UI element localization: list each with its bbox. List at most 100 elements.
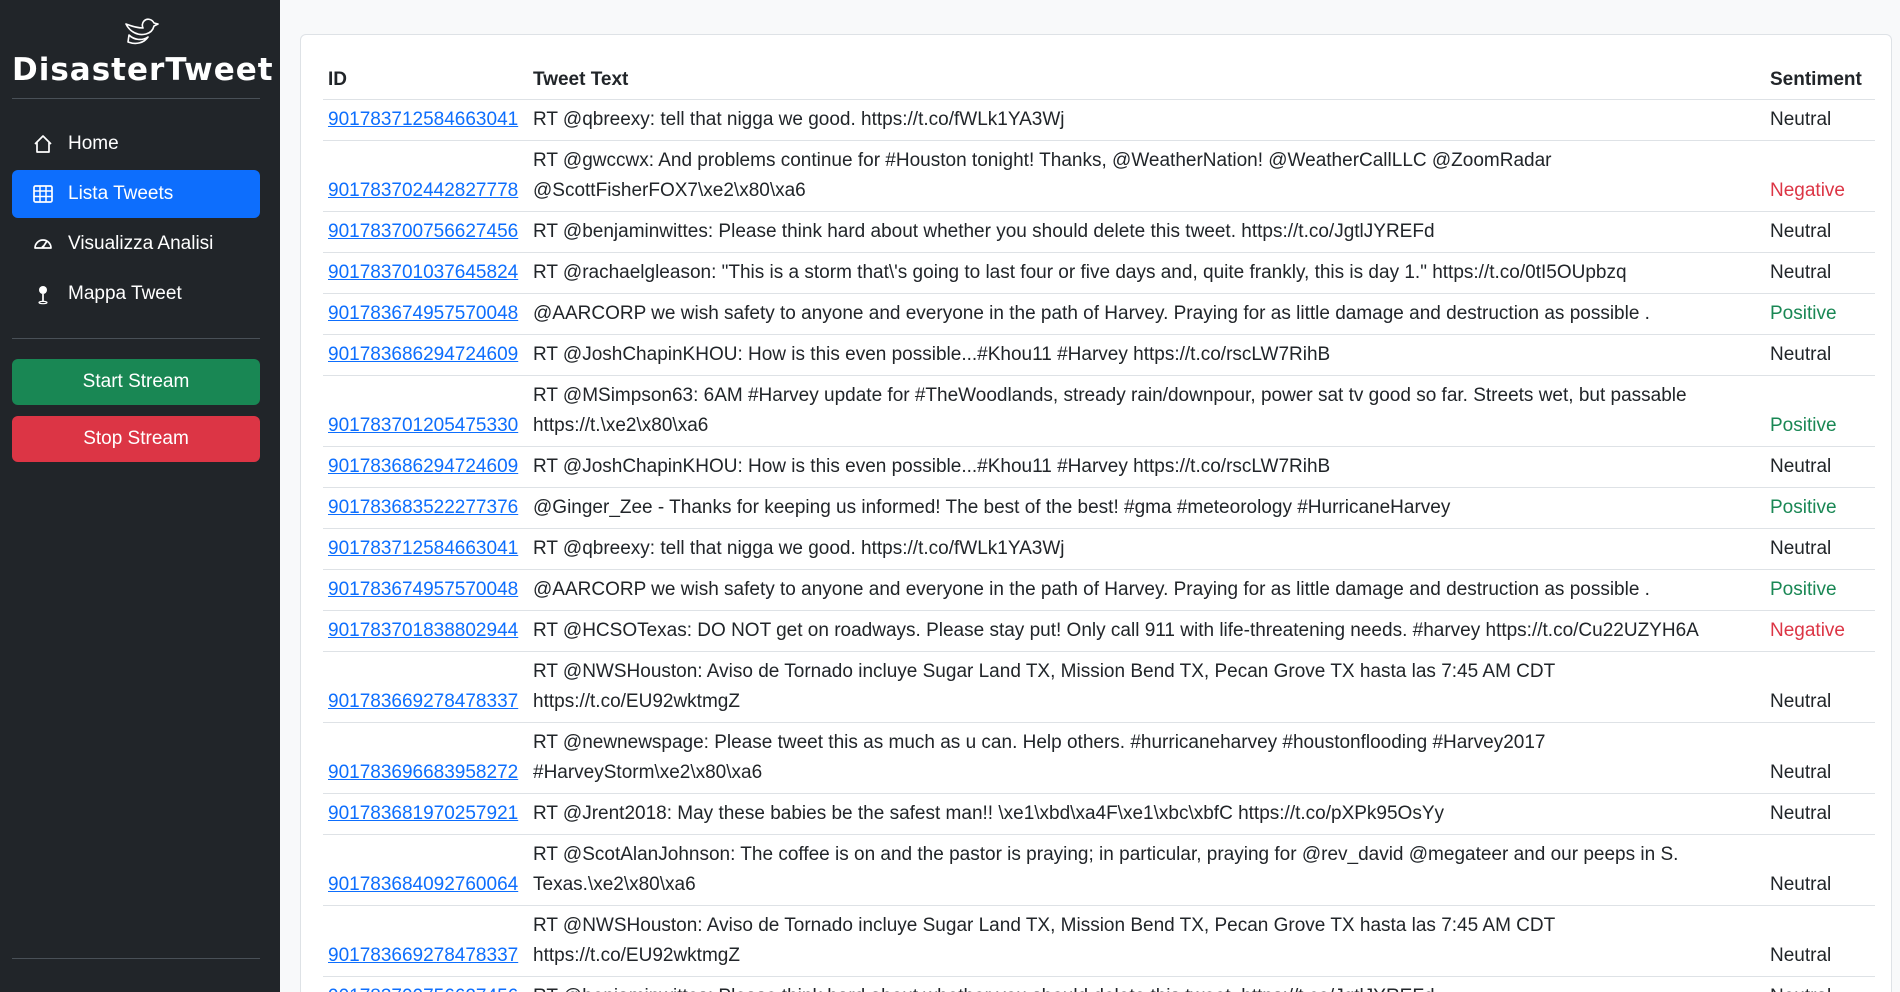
sentiment-label: Neutral — [1765, 446, 1875, 488]
tweet-text: RT @ScotAlanJohnson: The coffee is on an… — [528, 834, 1765, 906]
tweet-text: @AARCORP we wish safety to anyone and ev… — [528, 569, 1765, 611]
table-body: 901783712584663041 RT @qbreexy: tell that… — [323, 99, 1875, 992]
sidebar-divider — [12, 338, 260, 339]
tweet-id-link[interactable]: 901783686294724609 — [328, 344, 518, 365]
tweet-id-link[interactable]: 901783702442827778 — [328, 180, 518, 201]
tweet-id-cell: 901783674957570048 — [323, 569, 528, 611]
table-row: 901783669278478337 RT @NWSHouston: Aviso … — [323, 905, 1875, 977]
sentiment-label: Neutral — [1765, 905, 1875, 977]
sentiment-label: Neutral — [1765, 976, 1875, 992]
tweet-id-cell: 901783669278478337 — [323, 905, 528, 977]
home-icon — [34, 135, 52, 153]
sentiment-label: Neutral — [1765, 252, 1875, 294]
nav-item-home[interactable]: Home — [12, 120, 260, 168]
tweet-id-link[interactable]: 901783669278478337 — [328, 945, 518, 966]
tweet-text: RT @MSimpson63: 6AM #Harvey update for #… — [528, 375, 1765, 447]
nav-label: Visualizza Analisi — [68, 233, 214, 254]
table-row: 901783702442827778 RT @gwccwx: And proble… — [323, 140, 1875, 212]
tweet-id-link[interactable]: 901783712584663041 — [328, 538, 518, 559]
brand-name: DisasterTweet — [12, 52, 274, 88]
bird-logo-icon — [125, 18, 159, 45]
table-row: 901783701838802944 RT @HCSOTexas: DO NOT … — [323, 610, 1875, 652]
tweet-id-link[interactable]: 901783700756627456 — [328, 221, 518, 242]
start-stream-button[interactable]: Start Stream — [12, 359, 260, 405]
tweet-id-cell: 901783686294724609 — [323, 334, 528, 376]
tweet-text: RT @rachaelgleason: "This is a storm tha… — [528, 252, 1765, 294]
stop-stream-button[interactable]: Stop Stream — [12, 416, 260, 462]
tweet-text: RT @newnewspage: Please tweet this as mu… — [528, 722, 1765, 794]
table-row: 901783712584663041 RT @qbreexy: tell that… — [323, 99, 1875, 141]
tweet-text: RT @JoshChapinKHOU: How is this even pos… — [528, 446, 1765, 488]
sentiment-label: Positive — [1765, 487, 1875, 529]
tweet-id-link[interactable]: 901783683522277376 — [328, 497, 518, 518]
tweet-id-link[interactable]: 901783701037645824 — [328, 262, 518, 283]
tweet-id-link[interactable]: 901783701838802944 — [328, 620, 518, 641]
tweet-id-link[interactable]: 901783674957570048 — [328, 303, 518, 324]
sentiment-label: Positive — [1765, 569, 1875, 611]
tweet-id-cell: 901783701838802944 — [323, 610, 528, 652]
speedometer-icon — [34, 239, 52, 249]
sidebar: DisasterTweet Home Lista Tweets Visualiz… — [0, 0, 280, 992]
nav-label: Mappa Tweet — [68, 283, 182, 304]
tweet-id-cell: 901783712584663041 — [323, 528, 528, 570]
sidebar-divider — [12, 958, 260, 959]
tweets-table: ID Tweet Text Sentiment 9017837125846630… — [323, 61, 1875, 992]
sentiment-label: Negative — [1765, 140, 1875, 212]
column-header-text: Tweet Text — [528, 61, 1765, 100]
tweet-id-cell: 901783700756627456 — [323, 976, 528, 992]
tweet-text: @AARCORP we wish safety to anyone and ev… — [528, 293, 1765, 335]
tweet-text: RT @benjaminwittes: Please think hard ab… — [528, 211, 1765, 253]
table-row: 901783683522277376 @Ginger_Zee - Thanks f… — [323, 487, 1875, 529]
tweet-text: RT @JoshChapinKHOU: How is this even pos… — [528, 334, 1765, 376]
sentiment-label: Neutral — [1765, 834, 1875, 906]
tweet-text: RT @HCSOTexas: DO NOT get on roadways. P… — [528, 610, 1765, 652]
tweet-id-link[interactable]: 901783681970257921 — [328, 803, 518, 824]
tweet-id-link[interactable]: 901783696683958272 — [328, 762, 518, 783]
tweet-text: RT @gwccwx: And problems continue for #H… — [528, 140, 1765, 212]
tweet-id-cell: 901783696683958272 — [323, 722, 528, 794]
tweet-id-link[interactable]: 901783701205475330 — [328, 415, 518, 436]
sentiment-label: Neutral — [1765, 528, 1875, 570]
table-row: 901783700756627456 RT @benjaminwittes: Pl… — [323, 976, 1875, 992]
tweet-id-cell: 901783674957570048 — [323, 293, 528, 335]
tweet-id-cell: 901783700756627456 — [323, 211, 528, 253]
tweet-id-cell: 901783686294724609 — [323, 446, 528, 488]
column-header-sentiment: Sentiment — [1765, 61, 1875, 100]
tweet-text: RT @Jrent2018: May these babies be the s… — [528, 793, 1765, 835]
tweet-id-cell: 901783702442827778 — [323, 140, 528, 212]
nav-item-visualizza-analisi[interactable]: Visualizza Analisi — [12, 220, 260, 268]
tweets-panel: ID Tweet Text Sentiment 9017837125846630… — [300, 34, 1892, 992]
nav-item-mappa-tweet[interactable]: Mappa Tweet — [12, 270, 260, 318]
tweet-text: @Ginger_Zee - Thanks for keeping us info… — [528, 487, 1765, 529]
map-pin-icon — [38, 286, 48, 305]
nav-label: Home — [68, 133, 119, 154]
tweet-id-cell: 901783681970257921 — [323, 793, 528, 835]
brand[interactable]: DisasterTweet — [12, 16, 274, 96]
sentiment-label: Positive — [1765, 375, 1875, 447]
table-row: 901783674957570048 @AARCORP we wish safet… — [323, 293, 1875, 335]
sentiment-label: Positive — [1765, 293, 1875, 335]
tweet-id-cell: 901783701037645824 — [323, 252, 528, 294]
tweet-text: RT @NWSHouston: Aviso de Tornado incluye… — [528, 651, 1765, 723]
table-row: 901783686294724609 RT @JoshChapinKHOU: Ho… — [323, 446, 1875, 488]
table-row: 901783712584663041 RT @qbreexy: tell that… — [323, 528, 1875, 570]
nav-item-lista-tweets[interactable]: Lista Tweets — [12, 170, 260, 218]
table-header-row: ID Tweet Text Sentiment — [323, 61, 1875, 100]
tweet-id-link[interactable]: 901783674957570048 — [328, 579, 518, 600]
tweet-text: RT @qbreexy: tell that nigga we good. ht… — [528, 528, 1765, 570]
table-row: 901783696683958272 RT @newnewspage: Pleas… — [323, 722, 1875, 794]
tweet-id-link[interactable]: 901783686294724609 — [328, 456, 518, 477]
sentiment-label: Neutral — [1765, 211, 1875, 253]
tweet-id-cell: 901783683522277376 — [323, 487, 528, 529]
tweet-id-link[interactable]: 901783669278478337 — [328, 691, 518, 712]
table-row: 901783669278478337 RT @NWSHouston: Aviso … — [323, 651, 1875, 723]
tweet-id-link[interactable]: 901783712584663041 — [328, 109, 518, 130]
tweet-id-link[interactable]: 901783684092760064 — [328, 874, 518, 895]
tweet-id-cell: 901783684092760064 — [323, 834, 528, 906]
tweet-id-link[interactable]: 901783700756627456 — [328, 986, 518, 992]
tweet-text: RT @NWSHouston: Aviso de Tornado incluye… — [528, 905, 1765, 977]
tweet-text: RT @benjaminwittes: Please think hard ab… — [528, 976, 1765, 992]
table-row: 901783701205475330 RT @MSimpson63: 6AM #H… — [323, 375, 1875, 447]
sentiment-label: Neutral — [1765, 793, 1875, 835]
column-header-id: ID — [323, 61, 528, 100]
